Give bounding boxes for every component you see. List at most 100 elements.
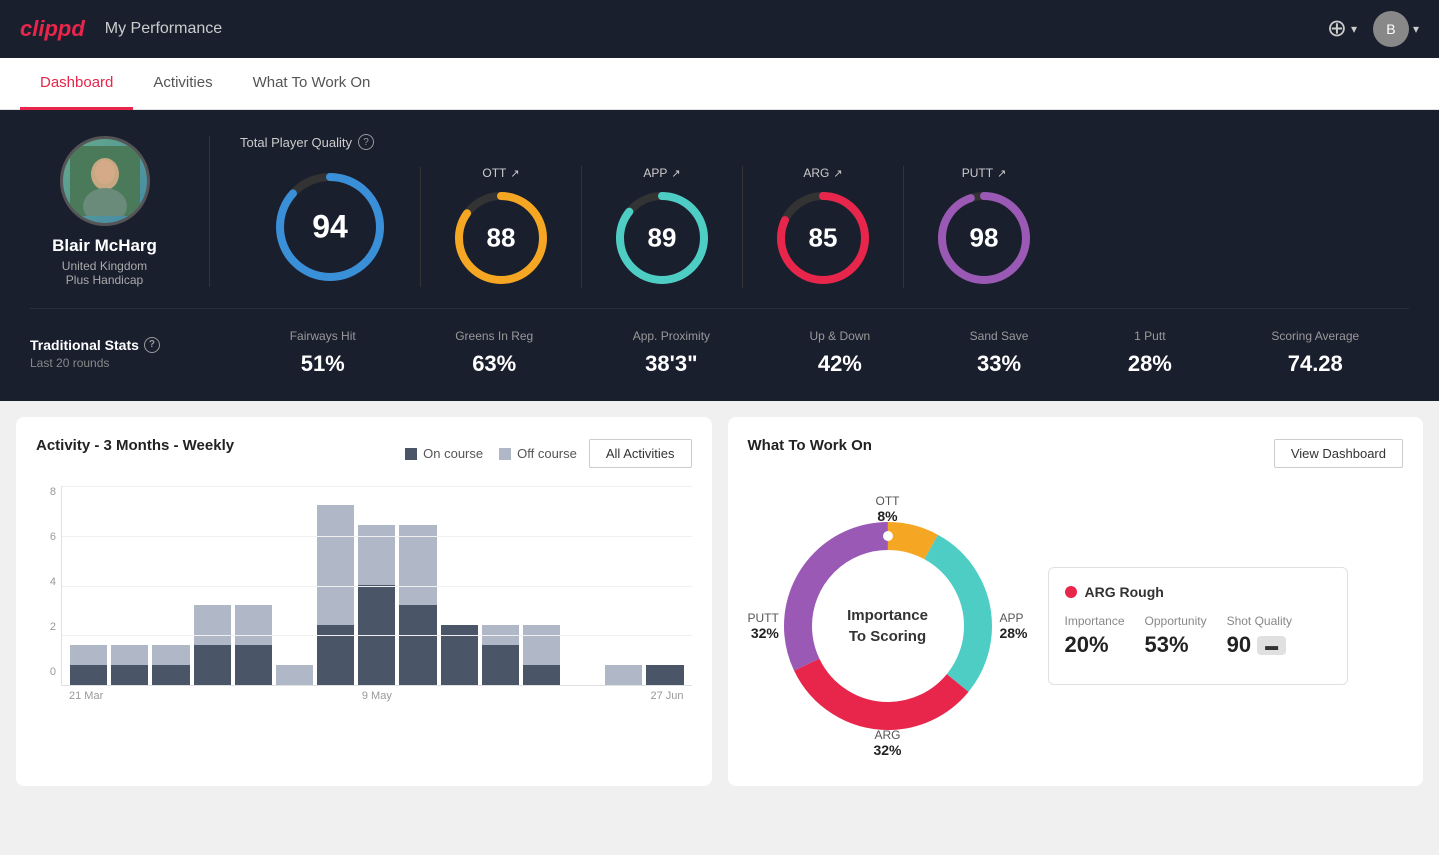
- bar-group: [111, 645, 148, 685]
- putt-circle: 98: [934, 188, 1034, 288]
- user-menu[interactable]: B ▾: [1373, 11, 1419, 47]
- stat-fairways: Fairways Hit 51%: [290, 329, 356, 377]
- metric-value: 90: [1227, 632, 1251, 658]
- header-left: clippd My Performance: [20, 16, 222, 42]
- stat-updown: Up & Down 42%: [810, 329, 871, 377]
- bar-off: [152, 645, 189, 665]
- legend-off-label: Off course: [517, 446, 577, 461]
- putt-label: PUTT ↗: [962, 166, 1007, 180]
- activity-header: Activity - 3 Months - Weekly On course O…: [36, 437, 692, 470]
- metric-value: 20%: [1065, 632, 1125, 658]
- metric-label: Opportunity: [1145, 614, 1207, 628]
- score-value: 94: [312, 209, 348, 246]
- donut-wrapper: Importance To Scoring OTT 8% APP 28%: [748, 486, 1028, 766]
- activity-title: Activity - 3 Months - Weekly: [36, 437, 234, 454]
- stat-proximity: App. Proximity 38'3": [633, 329, 710, 377]
- putt-label: PUTT 32%: [748, 611, 783, 641]
- quality-header: Total Player Quality ?: [240, 134, 1409, 150]
- x-label: 9 May: [362, 690, 392, 702]
- bar-off: [235, 605, 272, 645]
- activity-card: Activity - 3 Months - Weekly On course O…: [16, 417, 712, 786]
- bar-off: [70, 645, 107, 665]
- bar-off: [194, 605, 231, 645]
- y-label: 8: [36, 486, 56, 498]
- legend-on-label: On course: [423, 446, 483, 461]
- stat-name: Greens In Reg: [455, 329, 533, 343]
- chevron-down-icon: ▾: [1413, 22, 1419, 36]
- bar-group: [194, 605, 231, 685]
- bar-on: [111, 665, 148, 685]
- tab-activities[interactable]: Activities: [133, 58, 232, 110]
- stat-name: Scoring Average: [1271, 329, 1359, 343]
- bar-on: [399, 605, 436, 685]
- logo: clippd: [20, 16, 85, 42]
- info-icon[interactable]: ?: [144, 337, 160, 353]
- metric-opportunity: Opportunity 53%: [1145, 614, 1207, 658]
- bar-group: [70, 645, 107, 685]
- donut-center-text: Importance To Scoring: [847, 605, 928, 647]
- player-country: United Kingdom: [62, 259, 147, 273]
- center-line2: To Scoring: [847, 626, 928, 647]
- chart-bars: [61, 486, 692, 686]
- info-card-title: ARG Rough: [1065, 584, 1331, 600]
- stat-greens: Greens In Reg 63%: [455, 329, 533, 377]
- metric-badge: ▬: [1257, 636, 1286, 655]
- score-value: 88: [487, 223, 516, 254]
- score-app: APP ↗ 89: [582, 166, 743, 288]
- info-card: ARG Rough Importance 20% Opportunity 53%…: [1048, 567, 1348, 685]
- x-label: 27 Jun: [650, 690, 683, 702]
- bar-group: [605, 665, 642, 685]
- all-activities-button[interactable]: All Activities: [589, 439, 692, 468]
- bar-on: [317, 625, 354, 685]
- bar-group: [399, 525, 436, 685]
- quality-label: Total Player Quality: [240, 135, 352, 150]
- bar-off: [482, 625, 519, 645]
- segment-label-app: APP: [999, 611, 1027, 625]
- segment-label-ott: OTT: [876, 494, 900, 508]
- player-handicap: Plus Handicap: [66, 273, 143, 287]
- player-info: Blair McHarg United Kingdom Plus Handica…: [30, 136, 210, 287]
- segment-label-arg: ARG: [873, 728, 901, 742]
- ott-circle: 88: [451, 188, 551, 288]
- arg-label: ARG ↗: [803, 166, 842, 180]
- y-label: 6: [36, 531, 56, 543]
- tab-dashboard[interactable]: Dashboard: [20, 58, 133, 110]
- stat-oneputt: 1 Putt 28%: [1128, 329, 1172, 377]
- tab-what-to-work-on[interactable]: What To Work On: [233, 58, 391, 110]
- add-button[interactable]: ⊕ ▾: [1327, 17, 1357, 41]
- score-value: 98: [970, 223, 999, 254]
- app-circle: 89: [612, 188, 712, 288]
- metric-shotquality: Shot Quality 90 ▬: [1227, 614, 1292, 658]
- arrow-icon: ↗: [997, 167, 1006, 180]
- y-label: 0: [36, 666, 56, 678]
- bar-group: [523, 625, 560, 685]
- bar-group: [358, 525, 395, 685]
- work-content: Importance To Scoring OTT 8% APP 28%: [748, 486, 1404, 766]
- app-label: APP 28%: [995, 611, 1027, 641]
- bar-off: [399, 525, 436, 605]
- bar-on: [441, 625, 478, 685]
- y-axis: 8 6 4 2 0: [36, 486, 56, 678]
- stat-scoring: Scoring Average 74.28: [1271, 329, 1359, 377]
- view-dashboard-button[interactable]: View Dashboard: [1274, 439, 1403, 468]
- donut-center: Importance To Scoring: [847, 605, 928, 647]
- x-label: 21 Mar: [69, 690, 103, 702]
- stat-name: Fairways Hit: [290, 329, 356, 343]
- hero-top: Blair McHarg United Kingdom Plus Handica…: [30, 134, 1409, 288]
- trad-subtitle: Last 20 rounds: [30, 356, 180, 370]
- info-card-title-text: ARG Rough: [1085, 584, 1164, 600]
- total-circle: 94: [270, 167, 390, 287]
- bar-on: [482, 645, 519, 685]
- quality-scores: 94 OTT ↗ 88: [240, 166, 1409, 288]
- bar-group: [235, 605, 272, 685]
- stat-value: 63%: [472, 351, 516, 377]
- bar-off: [358, 525, 395, 585]
- info-icon[interactable]: ?: [358, 134, 374, 150]
- segment-label-putt: PUTT: [748, 611, 779, 625]
- bar-group: [482, 625, 519, 685]
- bar-on: [235, 645, 272, 685]
- bar-on: [152, 665, 189, 685]
- segment-pct-app: 28%: [999, 625, 1027, 641]
- metric-label: Shot Quality: [1227, 614, 1292, 628]
- bar-group: [152, 645, 189, 685]
